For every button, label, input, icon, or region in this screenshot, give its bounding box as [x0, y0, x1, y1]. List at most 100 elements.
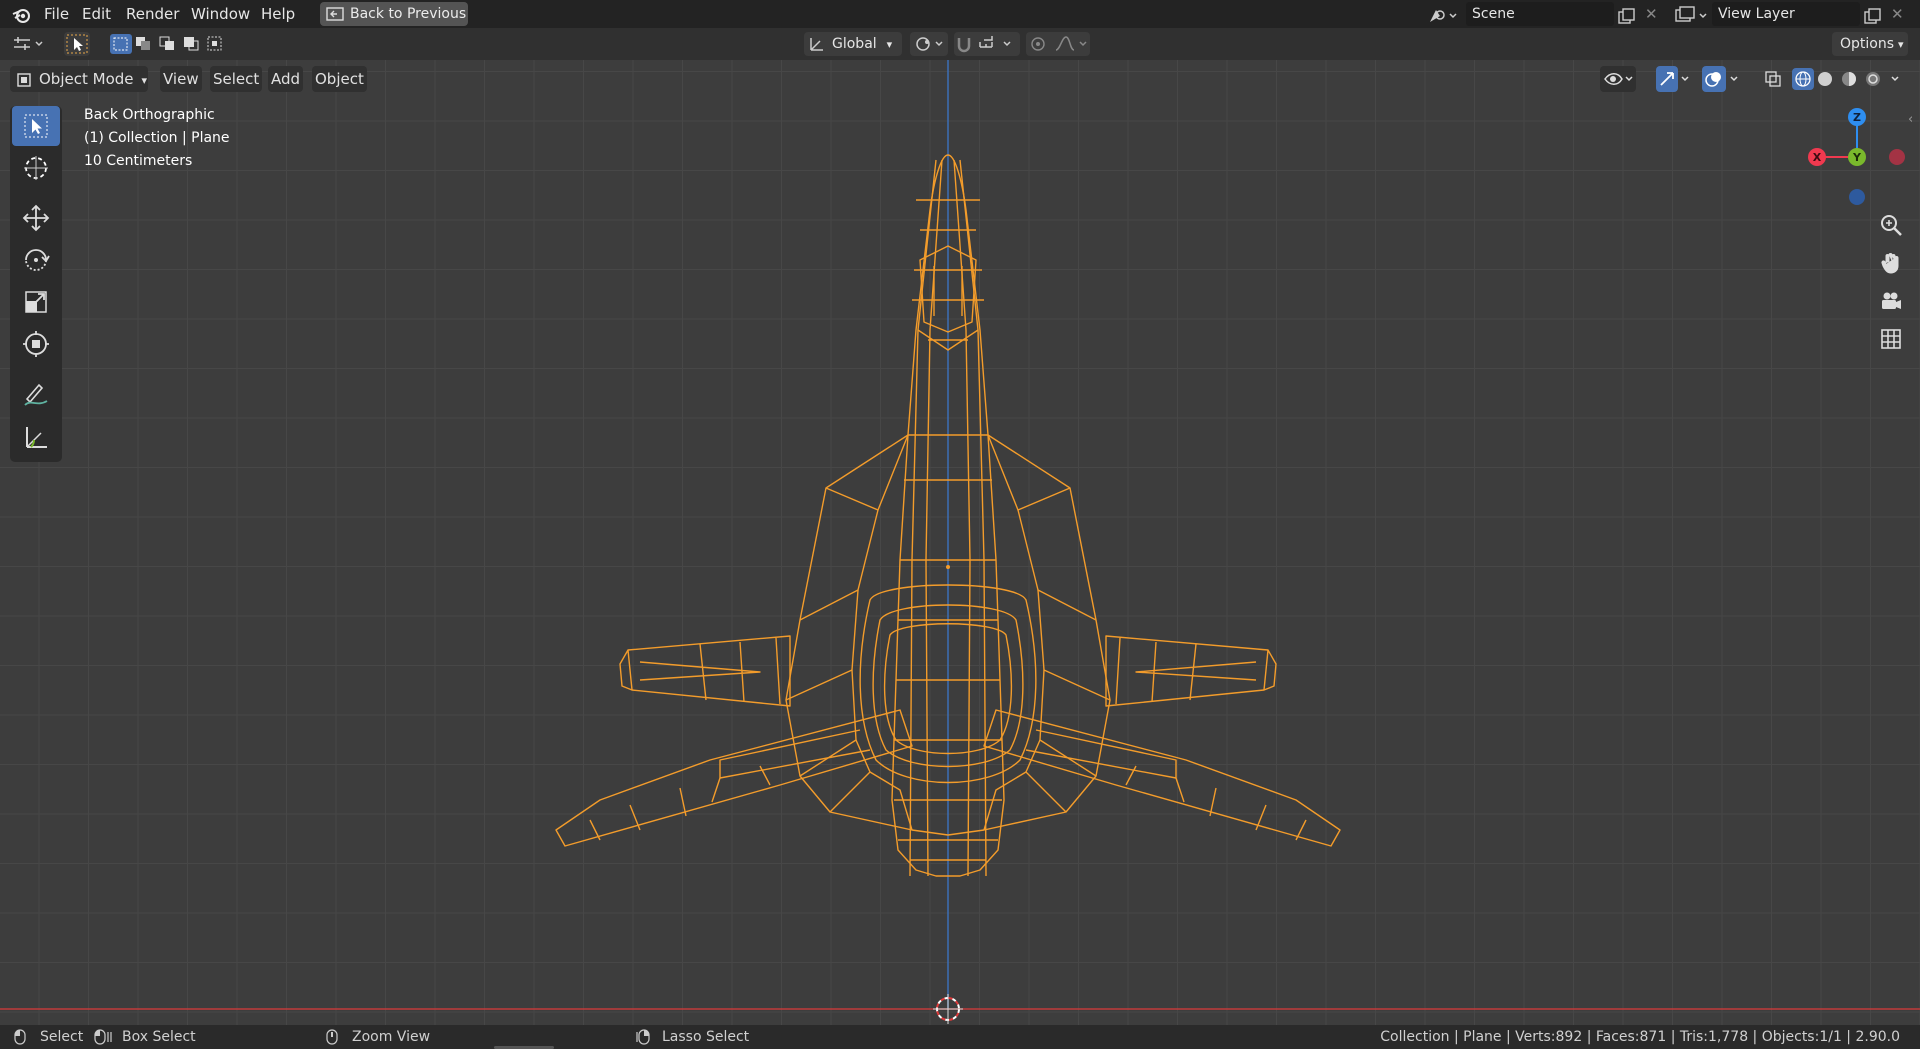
gizmo-y-label: Y: [1852, 151, 1862, 164]
viewport-menu-view[interactable]: View: [160, 66, 202, 92]
view-layer-name: View Layer: [1718, 6, 1795, 22]
scale-icon: [25, 291, 47, 313]
orientation-icon: [810, 38, 823, 51]
gizmo-neg-z-axis: [1849, 189, 1865, 205]
object-mode-dropdown[interactable]: Object Mode ▾: [10, 66, 148, 92]
falloff-icon: [1055, 36, 1075, 51]
select-tool-button[interactable]: [64, 32, 90, 56]
scene-name-field[interactable]: Scene: [1466, 2, 1614, 26]
navigation-gizmo[interactable]: Z X Y: [1808, 108, 1905, 205]
grid-icon: [1881, 329, 1901, 349]
move-icon: [22, 204, 50, 232]
orientation-label: Global: [832, 36, 877, 52]
cursor-arrow-icon: [66, 34, 88, 54]
material-shading-icon: [1842, 72, 1856, 86]
viewport-menu-object[interactable]: Object: [312, 66, 367, 92]
status-zoom-view: Zoom View: [326, 1025, 430, 1049]
snap-magnet-icon: [957, 38, 971, 53]
zoom-button[interactable]: [1874, 208, 1908, 242]
back-to-previous-label: Back to Previous: [350, 6, 467, 22]
scene-name: Scene: [1472, 6, 1515, 22]
select-new-icon: [110, 34, 132, 54]
status-select-label: Select: [40, 1029, 84, 1045]
new-scene-icon[interactable]: [1618, 6, 1636, 24]
3d-viewport[interactable]: Z X Y: [0, 60, 1920, 1030]
status-lasso-select-label: Lasso Select: [662, 1029, 750, 1045]
camera-view-button[interactable]: [1874, 284, 1908, 318]
rendered-shading-icon: [1866, 72, 1880, 86]
grid-scale: 10 Centimeters: [84, 153, 193, 169]
tool-measure[interactable]: [12, 416, 60, 456]
editor-type-icon[interactable]: [12, 34, 48, 53]
back-icon: [326, 7, 344, 21]
solid-shading-icon: [1818, 72, 1832, 86]
menu-window[interactable]: Window: [191, 0, 250, 28]
tool-shelf: [10, 106, 62, 462]
back-to-previous-button[interactable]: Back to Previous: [320, 2, 468, 26]
tool-transform[interactable]: [12, 324, 60, 364]
viewport-canvas: Z X Y: [0, 60, 1920, 1024]
pivot-point-dropdown[interactable]: [910, 32, 948, 56]
scene-statistics: Collection | Plane | Verts:892 | Faces:8…: [1380, 1029, 1900, 1045]
annotate-icon: [24, 383, 48, 406]
mouse-middle-icon: [326, 1029, 338, 1045]
new-view-layer-icon[interactable]: [1864, 6, 1882, 24]
tool-select-box[interactable]: [12, 106, 60, 146]
select-subtract-icon: [159, 36, 174, 50]
select-mode-group: [110, 34, 230, 58]
mouse-left-icon: [14, 1029, 26, 1045]
tool-move[interactable]: [12, 198, 60, 238]
select-invert-icon: [184, 37, 199, 51]
snap-increment-icon: [979, 36, 993, 48]
menu-render[interactable]: Render: [126, 0, 179, 28]
menu-help[interactable]: Help: [261, 0, 295, 28]
cursor-icon: [24, 156, 48, 180]
viewport-menu-add[interactable]: Add: [268, 66, 304, 92]
proportional-editing-controls[interactable]: [1026, 32, 1090, 56]
hand-icon: [1881, 253, 1899, 274]
transform-orientation-dropdown[interactable]: Global ▾: [804, 32, 902, 56]
options-label: Options: [1840, 36, 1895, 52]
menu-edit[interactable]: Edit: [82, 0, 111, 28]
scene-icon[interactable]: [1428, 5, 1458, 24]
zoom-icon: [1881, 215, 1902, 236]
status-zoom-view-label: Zoom View: [352, 1029, 431, 1045]
pan-button[interactable]: [1874, 246, 1908, 280]
mouse-right-icon: [636, 1029, 650, 1045]
measure-icon: [26, 427, 47, 448]
tool-annotate[interactable]: [12, 374, 60, 414]
viewport-menu-select[interactable]: Select: [210, 66, 263, 92]
view-layer-field[interactable]: View Layer: [1712, 2, 1860, 26]
select-box-icon: [24, 114, 48, 138]
rotate-icon: [25, 249, 50, 271]
visibility-eye-icon: [1600, 66, 1636, 92]
select-intersect-icon: [207, 36, 222, 51]
proportional-edit-icon: [1031, 37, 1045, 51]
object-mode-icon: [17, 72, 31, 87]
ortho-toggle-button[interactable]: [1874, 322, 1908, 356]
pivot-icon: [916, 37, 943, 51]
tool-rotate[interactable]: [12, 240, 60, 280]
status-box-select-label: Box Select: [122, 1029, 196, 1045]
options-dropdown[interactable]: Options ▾: [1832, 32, 1908, 56]
snapping-controls[interactable]: [954, 32, 1020, 56]
gizmo-z-label: Z: [1853, 111, 1861, 124]
sidebar-toggle-icon[interactable]: ‹: [1908, 112, 1913, 127]
viewport-shading-controls: [1600, 66, 1910, 96]
view-layer-icon[interactable]: [1674, 5, 1708, 24]
3d-cursor: [933, 994, 963, 1024]
view-name: Back Orthographic: [84, 107, 215, 123]
overlays-toggle-icon: [1702, 66, 1738, 92]
blender-logo-icon[interactable]: [12, 5, 32, 24]
remove-view-layer-icon[interactable]: ✕: [1891, 5, 1904, 23]
status-select: Select: [14, 1025, 83, 1049]
gizmo-neg-x-axis: [1889, 149, 1905, 165]
menu-file[interactable]: File: [44, 0, 69, 28]
camera-icon: [1882, 292, 1901, 309]
tool-header: Global ▾ Options ▾: [0, 28, 1920, 60]
tool-scale[interactable]: [12, 282, 60, 322]
remove-scene-icon[interactable]: ✕: [1645, 5, 1658, 23]
status-lasso-select: Lasso Select: [636, 1025, 749, 1049]
tool-cursor[interactable]: [12, 148, 60, 188]
xray-toggle-icon: [1765, 71, 1781, 87]
